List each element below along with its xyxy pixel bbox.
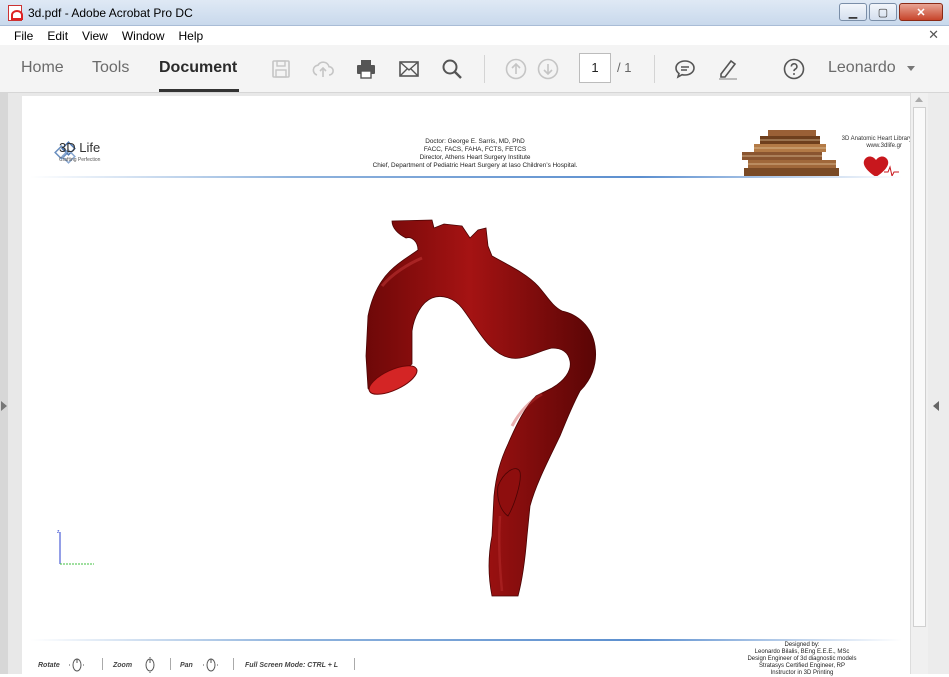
help-icon[interactable]	[782, 57, 806, 81]
zoom-label: Zoom	[113, 662, 133, 669]
chevron-down-icon[interactable]	[907, 66, 915, 71]
comment-icon[interactable]	[673, 57, 697, 81]
zoom-mouse-icon	[145, 657, 155, 673]
page-total: / 1	[617, 60, 632, 75]
tab-tools[interactable]: Tools	[92, 59, 129, 77]
expand-right-icon[interactable]	[933, 401, 939, 411]
window-title: 3d.pdf - Adobe Acrobat Pro DC	[28, 5, 193, 20]
page-down-icon[interactable]	[536, 57, 560, 81]
control-divider	[102, 658, 103, 670]
logo-name: 3D Life	[59, 140, 101, 155]
right-pane-toggle[interactable]	[928, 93, 949, 674]
highlight-pen-icon[interactable]	[716, 57, 740, 81]
menu-view[interactable]: View	[75, 29, 115, 43]
vertical-scrollbar[interactable]	[910, 93, 928, 674]
page-up-icon[interactable]	[504, 57, 528, 81]
menu-file[interactable]: File	[0, 29, 40, 43]
scroll-up-icon[interactable]	[915, 97, 923, 102]
rotate-mouse-icon	[69, 658, 85, 672]
toolbar-divider	[484, 55, 485, 83]
user-menu[interactable]: Leonardo	[828, 59, 896, 77]
toolbar: Home Tools Document 1 / 1 Leonardo	[0, 45, 949, 93]
expand-left-icon[interactable]	[1, 401, 7, 411]
library-url: www.3dlife.gr	[866, 143, 902, 149]
logo-tagline: Crafting Perfection	[59, 157, 101, 163]
doctor-credentials: Doctor: George E. Sarris, MD, PhD FACC, …	[342, 138, 608, 170]
pan-label: Pan	[180, 662, 193, 669]
menu-edit[interactable]: Edit	[40, 29, 75, 43]
doctor-line: Director, Athens Heart Surgery Institute	[419, 154, 531, 161]
close-window-button[interactable]: ✕	[899, 3, 943, 21]
designer-line: Designed by:	[784, 642, 820, 648]
rotate-label: Rotate	[38, 662, 60, 669]
left-pane-toggle[interactable]	[0, 93, 8, 674]
pdf-page: 3D Life Crafting Perfection Doctor: Geor…	[22, 96, 912, 677]
close-document-button[interactable]: ✕	[928, 27, 939, 43]
designer-credits: Designed by: Leonardo Bilalis, BEng E.E.…	[712, 642, 892, 677]
minimize-button[interactable]: ▁	[839, 3, 867, 21]
library-title: 3D Anatomic Heart Library	[841, 136, 912, 142]
control-divider	[170, 658, 171, 670]
window-controls: ▁ ▢ ✕	[839, 3, 943, 21]
tab-document[interactable]: Document	[159, 59, 237, 77]
scrollbar-thumb[interactable]	[913, 107, 926, 627]
page-number-input[interactable]: 1	[579, 53, 611, 83]
designer-line: Leonardo Bilalis, BEng E.E.E., MSc	[754, 649, 850, 655]
doctor-line: Doctor: George E. Sarris, MD, PhD	[425, 138, 525, 145]
menu-bar: File Edit View Window Help ✕	[0, 26, 949, 45]
tab-home[interactable]: Home	[21, 59, 64, 77]
menu-help[interactable]: Help	[172, 29, 211, 43]
designer-line: Design Engineer of 3d diagnostic models	[747, 656, 857, 662]
designer-line: Stratasys Certified Engineer, RP	[758, 663, 846, 669]
toolbar-divider	[654, 55, 655, 83]
upload-cloud-icon[interactable]	[311, 57, 335, 81]
search-icon[interactable]	[440, 57, 464, 81]
axis-indicator-icon: z	[57, 529, 94, 565]
control-divider	[354, 658, 355, 670]
fullscreen-hint: Full Screen Mode: CTRL + L	[245, 662, 339, 669]
header-divider	[30, 176, 902, 178]
doctor-line: Chief, Department of Pediatric Heart Sur…	[372, 162, 578, 169]
print-icon[interactable]	[354, 57, 378, 81]
doctor-line: FACC, FACS, FAHA, FCTS, FETCS	[423, 146, 527, 153]
title-bar: 3d.pdf - Adobe Acrobat Pro DC ▁ ▢ ✕	[0, 0, 949, 26]
footer-divider	[30, 639, 902, 641]
menu-window[interactable]: Window	[115, 29, 172, 43]
active-tab-indicator	[159, 89, 239, 92]
maximize-button[interactable]: ▢	[869, 3, 897, 21]
save-icon[interactable]	[269, 57, 293, 81]
control-divider	[233, 658, 234, 670]
3d-aorta-model[interactable]	[322, 216, 622, 606]
document-area: 3D Life Crafting Perfection Doctor: Geor…	[0, 93, 949, 677]
pan-mouse-icon	[203, 658, 219, 672]
pdf-file-icon	[8, 4, 23, 21]
email-icon[interactable]	[397, 57, 421, 81]
